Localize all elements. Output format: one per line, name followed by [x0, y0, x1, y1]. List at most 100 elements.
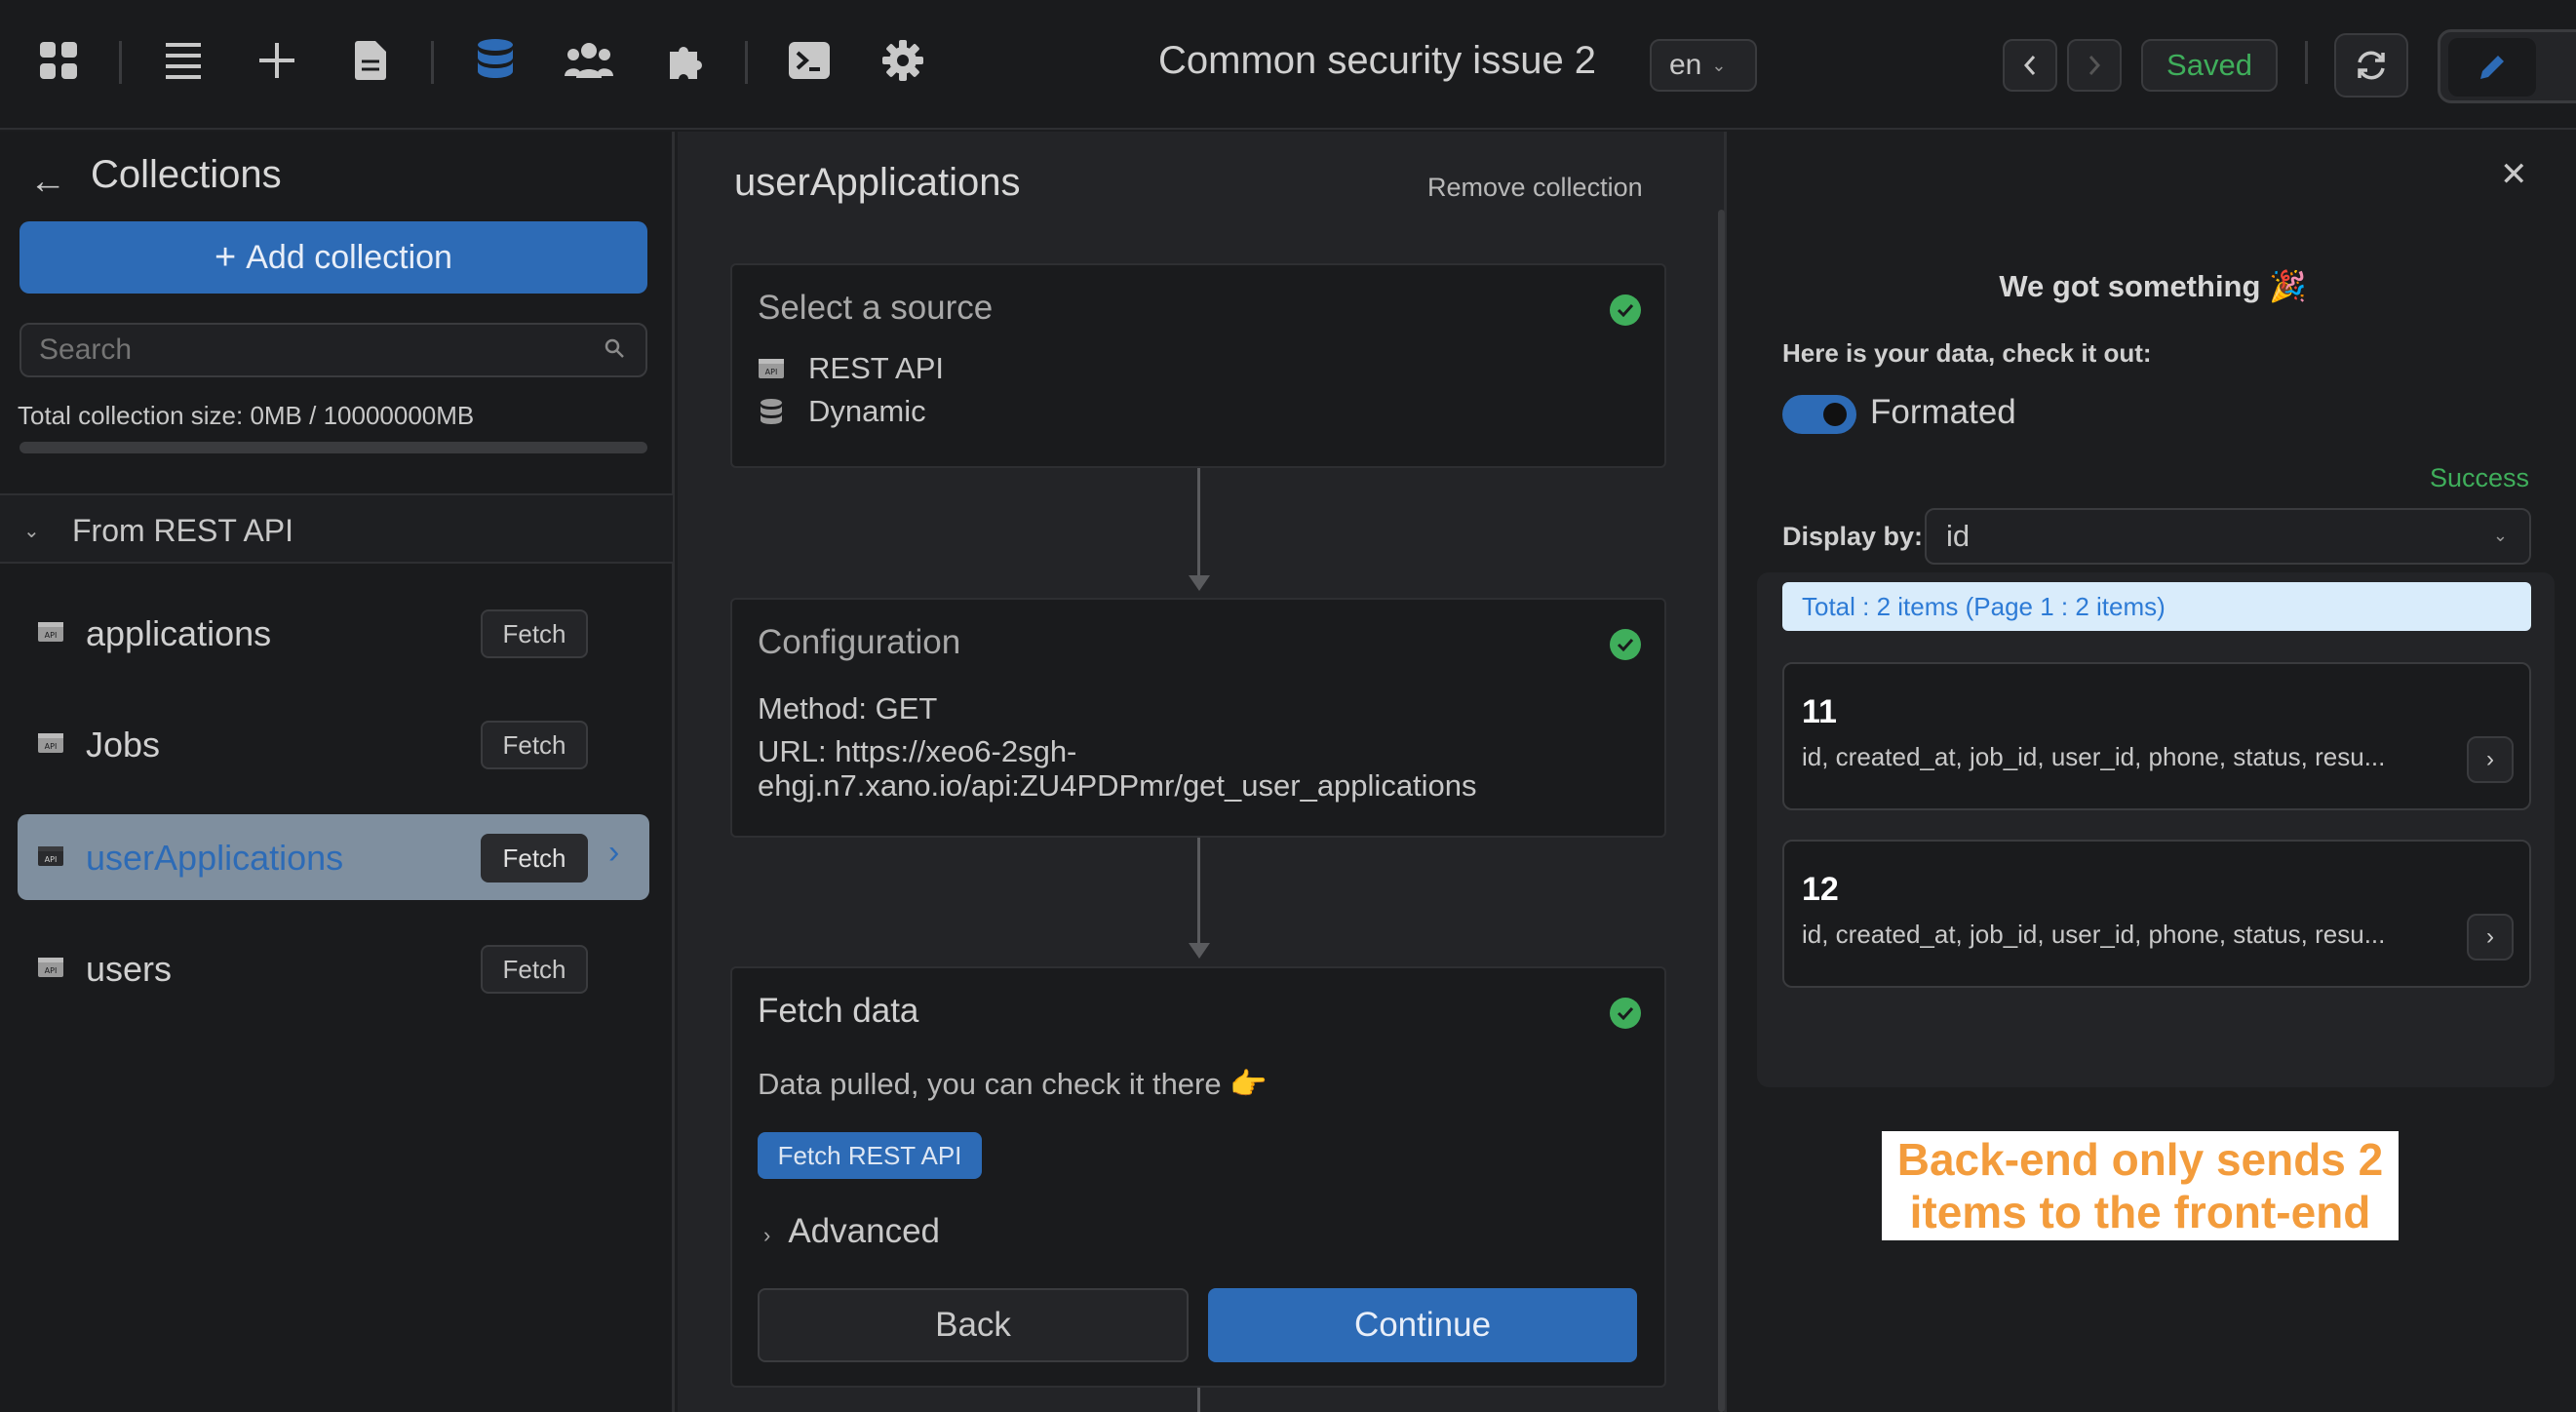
group-label: From REST API [72, 513, 294, 548]
saved-status: Saved [2141, 39, 2278, 92]
continue-button[interactable]: Continue [1208, 1288, 1637, 1362]
source-rest-api: API REST API [758, 351, 944, 386]
collection-item-jobs[interactable]: API Jobs Fetch [18, 701, 649, 787]
fetch-rest-api-button[interactable]: Fetch REST API [758, 1132, 982, 1179]
result-heading: We got something 🎉 [1999, 269, 2307, 303]
config-method: Method: GET [758, 691, 938, 726]
svg-text:API: API [45, 855, 58, 864]
total-collection-size: Total collection size: 0MB / 10000000MB [18, 401, 475, 430]
annotation-line2: items to the front-end [1909, 1187, 2371, 1237]
advanced-toggle[interactable]: › Advanced [763, 1212, 940, 1251]
source-dynamic: Dynamic [758, 394, 926, 429]
remove-collection-button[interactable]: Remove collection [1427, 173, 1643, 203]
plugin-icon[interactable] [661, 35, 712, 86]
step-connector [1197, 838, 1200, 953]
svg-text:API: API [45, 966, 58, 975]
collection-item-userapplications[interactable]: API userApplications Fetch › [18, 814, 649, 900]
source-dynamic-label: Dynamic [808, 394, 926, 428]
toolbar-separator [119, 41, 122, 84]
database-icon[interactable] [470, 35, 521, 86]
formatted-label: Formated [1870, 393, 2016, 431]
step-title: Fetch data [758, 992, 919, 1030]
display-by-label: Display by: [1782, 522, 1924, 551]
fetch-badge[interactable]: Fetch [481, 721, 588, 769]
collection-item-users[interactable]: API users Fetch [18, 925, 649, 1011]
group-header-rest-api[interactable]: ⌄ From REST API [0, 493, 673, 564]
chevron-right-icon: › [763, 1223, 771, 1247]
back-arrow-icon[interactable]: ← [29, 161, 66, 203]
config-url-line2: ehgj.n7.xano.io/api:ZU4PDPmr/get_user_ap… [758, 768, 1477, 803]
chevron-left-icon [2023, 56, 2036, 75]
chevron-right-icon[interactable]: › [2467, 914, 2514, 961]
formatted-toggle[interactable] [1782, 395, 1856, 434]
item-fields: id, created_at, job_id, user_id, phone, … [1802, 920, 2386, 949]
item-id: 11 [1802, 693, 1837, 730]
grid-icon[interactable] [33, 35, 84, 86]
list-item[interactable]: 12 id, created_at, job_id, user_id, phon… [1782, 840, 2531, 988]
fetch-badge[interactable]: Fetch [481, 609, 588, 658]
list-icon[interactable] [158, 35, 209, 86]
page-icon[interactable] [345, 35, 396, 86]
api-icon: API [758, 358, 785, 379]
plus-icon[interactable] [252, 35, 302, 86]
chevron-right-icon [2088, 56, 2101, 75]
display-by-select[interactable]: id ⌄ [1925, 508, 2531, 565]
database-icon [758, 398, 785, 425]
configuration-step-card: Configuration Method: GET URL: https://x… [730, 598, 1666, 838]
toolbar-separator [745, 41, 748, 84]
fetch-badge[interactable]: Fetch [481, 834, 588, 882]
collection-editor: userApplications Remove collection Selec… [678, 132, 1727, 1412]
fetch-badge[interactable]: Fetch [481, 945, 588, 994]
results-container: Total : 2 items (Page 1 : 2 items) 11 id… [1757, 572, 2555, 1087]
api-icon: API [37, 732, 64, 759]
search-icon [605, 338, 624, 358]
terminal-icon[interactable] [784, 35, 835, 86]
fetch-step-card: Fetch data Data pulled, you can check it… [730, 966, 1666, 1388]
language-select[interactable]: en ⌄ [1650, 39, 1757, 92]
chevron-down-icon: ⌄ [2492, 526, 2508, 545]
collection-name: Jobs [86, 725, 161, 765]
step-connector [1197, 468, 1200, 585]
config-url-line1: URL: https://xeo6-2sgh- [758, 734, 1077, 768]
fetch-message: Data pulled, you can check it there 👉 [758, 1067, 1268, 1101]
storage-progress-bar [20, 442, 647, 453]
mode-switch [2438, 29, 2576, 103]
check-circle-icon [1610, 998, 1641, 1029]
toolbar-separator [2305, 41, 2308, 84]
redo-button[interactable] [2067, 39, 2122, 92]
list-item[interactable]: 11 id, created_at, job_id, user_id, phon… [1782, 662, 2531, 810]
arrow-down-icon [1189, 575, 1210, 591]
gear-icon[interactable] [878, 35, 928, 86]
add-collection-button[interactable]: + Add collection [20, 221, 647, 294]
item-id: 12 [1802, 871, 1839, 908]
edit-icon [2480, 56, 2504, 79]
collection-title: userApplications [734, 161, 1021, 204]
item-fields: id, created_at, job_id, user_id, phone, … [1802, 742, 2386, 771]
advanced-label: Advanced [788, 1212, 940, 1250]
undo-button[interactable] [2003, 39, 2057, 92]
chevron-right-icon: › [608, 834, 620, 871]
users-icon[interactable] [564, 35, 614, 86]
top-bar: Common security issue 2 en ⌄ Saved [0, 0, 2576, 130]
add-collection-label: Add collection [246, 238, 452, 276]
chevron-right-icon[interactable]: › [2467, 736, 2514, 783]
step-connector [1197, 1388, 1200, 1412]
toolbar-separator [431, 41, 434, 84]
annotation-callout: Back-end only sends 2 items to the front… [1882, 1131, 2399, 1240]
scrollbar[interactable] [1718, 210, 1725, 1412]
close-icon[interactable]: ✕ [2500, 155, 2528, 194]
chevron-down-icon: ⌄ [1711, 55, 1727, 75]
source-step-card: Select a source API REST API Dynamic [730, 263, 1666, 468]
sidebar-title: Collections [91, 153, 282, 196]
check-circle-icon [1610, 294, 1641, 326]
refresh-button[interactable] [2334, 33, 2408, 98]
edit-mode-button[interactable] [2448, 38, 2536, 97]
search-input[interactable] [20, 323, 647, 377]
step-title: Select a source [758, 289, 994, 327]
collection-name: applications [86, 613, 272, 653]
collection-item-applications[interactable]: API applications Fetch [18, 590, 649, 676]
display-by-value: id [1946, 519, 1971, 553]
annotation-line1: Back-end only sends 2 [1896, 1134, 2384, 1185]
chevron-down-icon: ⌄ [23, 521, 40, 542]
back-button[interactable]: Back [758, 1288, 1189, 1362]
